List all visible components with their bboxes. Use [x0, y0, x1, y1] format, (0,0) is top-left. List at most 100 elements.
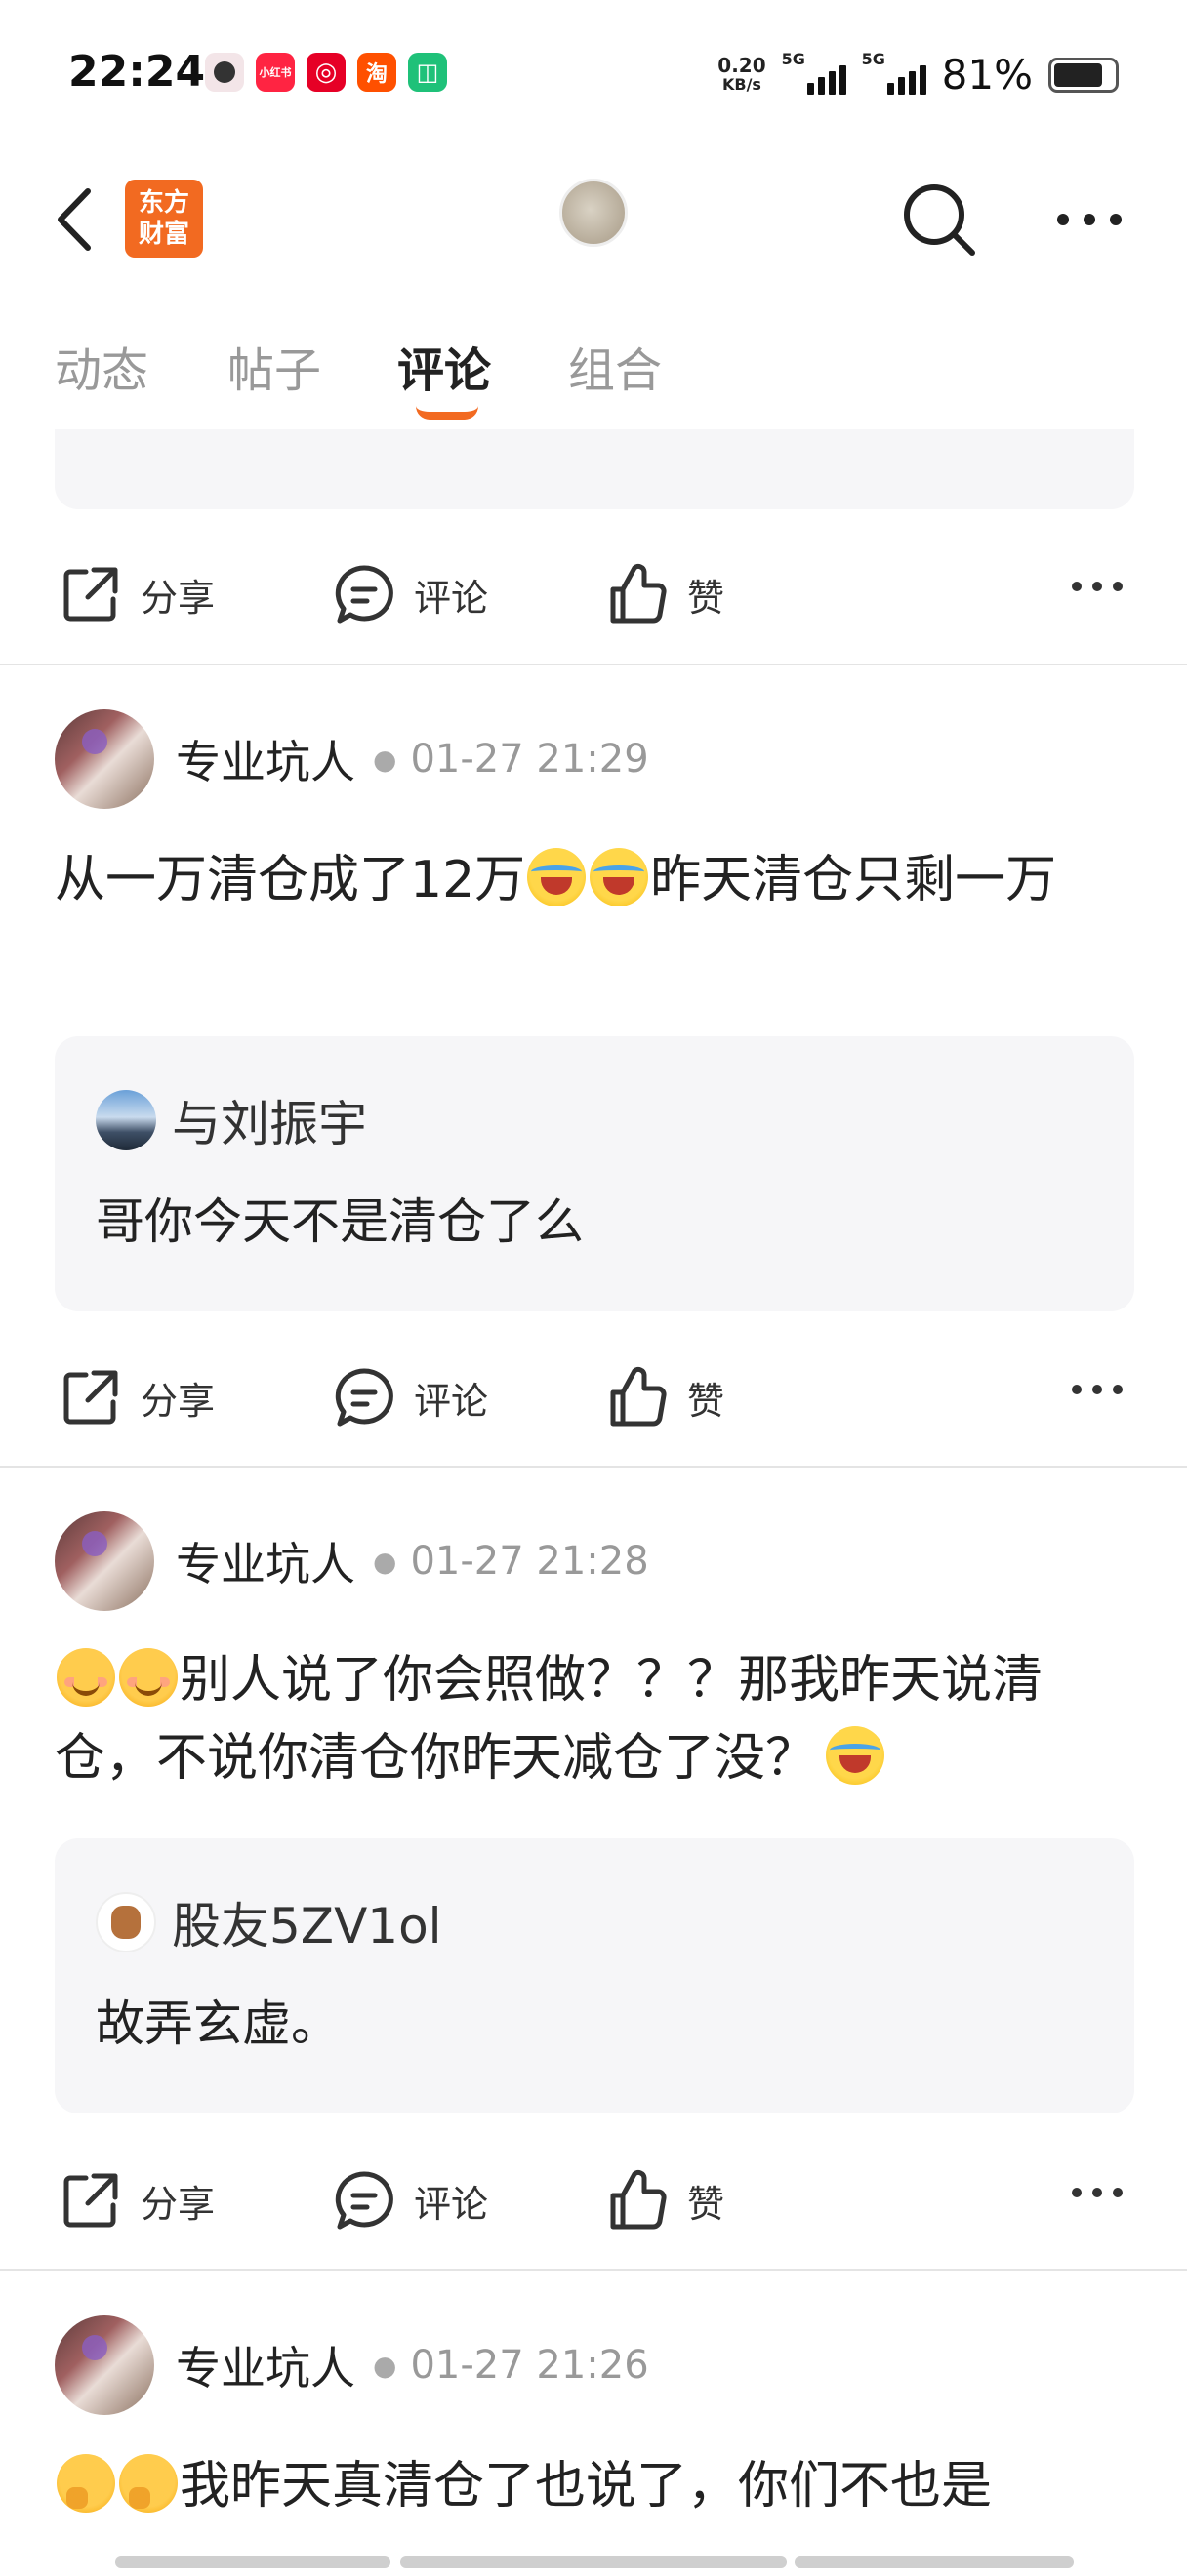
- comment-icon: [335, 2171, 393, 2230]
- share-icon: [63, 2173, 118, 2228]
- action-bar: 分享 评论 赞: [0, 2139, 1187, 2246]
- avatar[interactable]: [55, 1511, 154, 1611]
- post-body: 从一万清仓成了12万 昨天清仓只剩一万: [55, 841, 1138, 919]
- share-button[interactable]: 分享: [59, 562, 215, 626]
- reply-box-clipped: [55, 429, 1134, 509]
- mi-home-app-icon: ◫: [408, 53, 447, 92]
- tears-of-joy-emoji-icon: [590, 848, 649, 906]
- smiling-emoji-icon: [57, 1648, 115, 1707]
- tears-of-joy-emoji-icon: [527, 848, 587, 906]
- top-nav: 东方 财富: [0, 146, 1187, 293]
- comment-icon: [335, 565, 393, 624]
- more-options-icon[interactable]: [1070, 580, 1125, 593]
- signal-5g-icon-2: 5G: [862, 50, 926, 95]
- hand-over-mouth-emoji-icon: [119, 2454, 178, 2513]
- share-button[interactable]: 分享: [59, 1365, 215, 1429]
- post-text-a: 别人说了你会照做？？？那我昨天说清仓，不说你清仓你昨天减仓了没？: [55, 1651, 1044, 1788]
- more-options-icon[interactable]: [1070, 1383, 1125, 1396]
- battery-icon: [1048, 57, 1119, 93]
- profile-tabs: 动态 帖子 评论 组合: [0, 322, 1187, 429]
- separator-dot: ●: [373, 1545, 397, 1578]
- more-options-icon[interactable]: [1070, 2186, 1125, 2199]
- reply-text: 哥你今天不是清仓了么: [96, 1193, 584, 1250]
- notification-app-icons: 小红书 ◎ 淘 ◫: [205, 53, 447, 92]
- author-name[interactable]: 专业坑人: [176, 1529, 355, 1593]
- reply-avatar: [96, 1892, 156, 1952]
- reply-author: 与刘振宇: [172, 1096, 367, 1152]
- quoted-reply[interactable]: 股友5ZV1ol 故弄玄虚。: [55, 1838, 1134, 2113]
- tab-dongtai[interactable]: 动态: [55, 332, 148, 400]
- signal-5g-icon: 5G: [782, 50, 846, 95]
- thumbs-up-icon: [610, 563, 667, 624]
- scroll-indicator: [400, 2556, 787, 2568]
- author-name[interactable]: 专业坑人: [176, 2333, 355, 2397]
- reply-header: 股友5ZV1ol: [96, 1887, 442, 1957]
- separator-dot: ●: [373, 2349, 397, 2382]
- comment-label: 评论: [414, 2182, 489, 2226]
- active-tab-indicator: [416, 406, 478, 420]
- comment-button[interactable]: 评论: [332, 1365, 488, 1429]
- tab-pinglun[interactable]: 评论: [397, 332, 491, 400]
- scroll-indicator: [795, 2556, 1074, 2568]
- post-text-b: 昨天清仓只剩一万: [650, 851, 1057, 909]
- comment-label: 评论: [414, 576, 489, 620]
- netease-music-app-icon: ◎: [307, 53, 346, 92]
- post-header: 专业坑人 ● 01-27 21:28: [55, 1510, 649, 1612]
- separator-dot: ●: [373, 743, 397, 776]
- share-label: 分享: [141, 2182, 216, 2226]
- comment-button[interactable]: 评论: [332, 562, 488, 626]
- back-arrow-icon[interactable]: [51, 185, 100, 254]
- action-bar: 分享 评论 赞: [0, 1336, 1187, 1443]
- share-icon: [63, 1370, 118, 1425]
- post-header: 专业坑人 ● 01-27 21:29: [55, 708, 649, 810]
- author-name[interactable]: 专业坑人: [176, 727, 355, 791]
- divider: [0, 1466, 1187, 1468]
- share-label: 分享: [141, 1379, 216, 1423]
- quoted-reply[interactable]: 与刘振宇 哥你今天不是清仓了么: [55, 1036, 1134, 1311]
- signal-5g-label: 5G: [781, 49, 805, 68]
- scroll-indicator: [115, 2556, 390, 2568]
- tab-zuhe[interactable]: 组合: [568, 332, 662, 400]
- like-button[interactable]: 赞: [605, 562, 724, 626]
- divider: [0, 664, 1187, 665]
- logo-line-1: 东方: [138, 188, 189, 218]
- logo-line-2: 财富: [138, 220, 189, 249]
- comment-label: 评论: [414, 1379, 489, 1423]
- like-label: 赞: [687, 576, 725, 620]
- status-time: 22:24: [68, 47, 206, 97]
- post-time: 01-27 21:26: [410, 2343, 649, 2388]
- reply-avatar: [96, 1090, 156, 1150]
- eastmoney-logo: 东方 财富: [125, 180, 203, 258]
- more-options-icon[interactable]: [1054, 211, 1125, 228]
- thumbs-up-icon: [610, 1366, 667, 1427]
- xiaohongshu-app-icon: 小红书: [256, 53, 295, 92]
- like-button[interactable]: 赞: [605, 2168, 724, 2233]
- post-text-a: 从一万清仓成了12万: [55, 851, 526, 909]
- battery-percent: 81%: [941, 51, 1033, 99]
- reply-author: 股友5ZV1ol: [172, 1898, 442, 1954]
- post-time: 01-27 21:28: [410, 1539, 649, 1584]
- net-speed-value: 0.20: [717, 53, 766, 77]
- divider: [0, 2269, 1187, 2271]
- profile-avatar[interactable]: [559, 179, 628, 247]
- post-body: 别人说了你会照做？？？那我昨天说清仓，不说你清仓你昨天减仓了没？: [55, 1641, 1138, 1797]
- smiling-emoji-icon: [119, 1648, 178, 1707]
- profile-app-icon: [205, 53, 244, 92]
- post-time: 01-27 21:29: [410, 737, 649, 782]
- tears-of-joy-emoji-icon: [826, 1726, 885, 1785]
- like-button[interactable]: 赞: [605, 1365, 724, 1429]
- post-body: 我昨天真清仓了也说了，你们不也是: [55, 2447, 1138, 2525]
- thumbs-up-icon: [610, 2169, 667, 2230]
- action-bar: 分享 评论 赞: [0, 533, 1187, 640]
- share-button[interactable]: 分享: [59, 2168, 215, 2233]
- post-text-a: 我昨天真清仓了也说了，你们不也是: [180, 2457, 993, 2516]
- comment-icon: [335, 1368, 393, 1427]
- avatar[interactable]: [55, 2315, 154, 2415]
- reply-header: 与刘振宇: [96, 1085, 367, 1155]
- search-icon[interactable]: [900, 181, 978, 259]
- avatar[interactable]: [55, 709, 154, 809]
- tab-tiezi[interactable]: 帖子: [227, 332, 321, 400]
- like-label: 赞: [687, 1379, 725, 1423]
- comment-button[interactable]: 评论: [332, 2168, 488, 2233]
- net-speed-unit: KB/s: [721, 74, 761, 94]
